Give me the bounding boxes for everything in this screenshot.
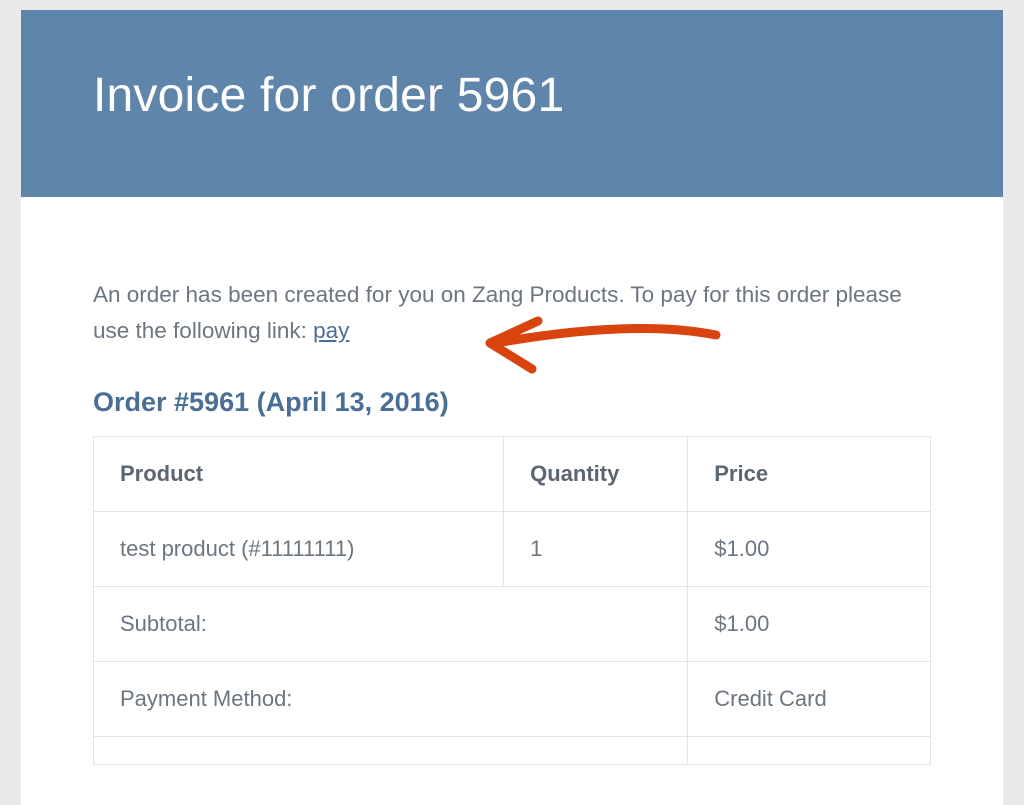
summary-label: Subtotal: (94, 587, 688, 662)
table-row: Subtotal: $1.00 (94, 587, 931, 662)
table-header-row: Product Quantity Price (94, 437, 931, 512)
summary-value: $1.00 (688, 587, 931, 662)
table-row (94, 737, 931, 765)
table-row: test product (#11111111) 1 $1.00 (94, 512, 931, 587)
email-body: An order has been created for you on Zan… (21, 197, 1003, 805)
pay-link[interactable]: pay (313, 318, 349, 343)
cell-price: $1.00 (688, 512, 931, 587)
cell-product: test product (#11111111) (94, 512, 504, 587)
order-table: Product Quantity Price test product (#11… (93, 436, 931, 765)
intro-text-before: An order has been created for you on Zan… (93, 282, 902, 343)
email-header: Invoice for order 5961 (21, 10, 1003, 197)
invoice-email: Invoice for order 5961 An order has been… (21, 10, 1003, 805)
col-header-product: Product (94, 437, 504, 512)
summary-label: Payment Method: (94, 662, 688, 737)
summary-value (688, 737, 931, 765)
summary-value: Credit Card (688, 662, 931, 737)
order-heading: Order #5961 (April 13, 2016) (93, 387, 931, 418)
page-title: Invoice for order 5961 (93, 68, 931, 123)
col-header-price: Price (688, 437, 931, 512)
summary-label (94, 737, 688, 765)
intro-text: An order has been created for you on Zan… (93, 277, 931, 349)
col-header-quantity: Quantity (504, 437, 688, 512)
table-row: Payment Method: Credit Card (94, 662, 931, 737)
cell-quantity: 1 (504, 512, 688, 587)
